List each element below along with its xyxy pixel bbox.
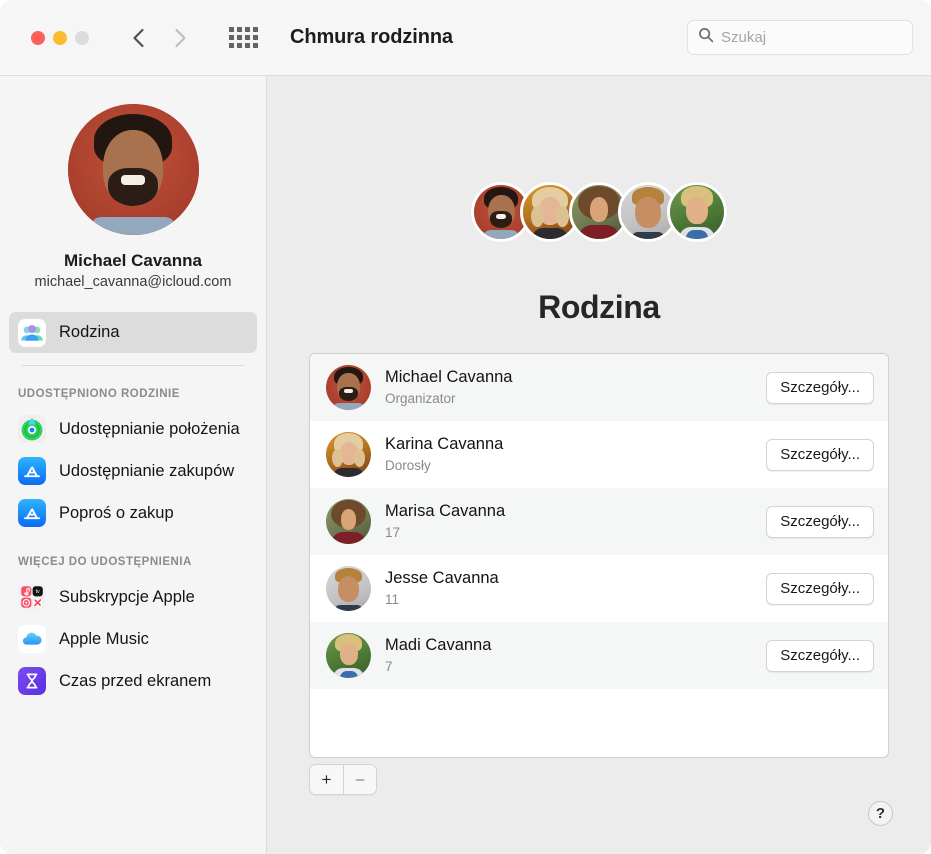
app-store-icon: [18, 457, 46, 485]
table-row[interactable]: Marisa Cavanna 17 Szczegóły...: [310, 488, 888, 555]
sidebar: Michael Cavanna michael_cavanna@icloud.c…: [0, 76, 267, 854]
sidebar-item-label: Rodzina: [59, 323, 120, 341]
zoom-button-icon[interactable]: [75, 30, 89, 45]
member-role: 11: [385, 592, 400, 608]
help-button[interactable]: ?: [868, 801, 893, 826]
sidebar-item-ask-to-buy[interactable]: Poproś o zakup: [9, 492, 257, 534]
table-row[interactable]: Karina Cavanna Dorosły Szczegóły...: [310, 421, 888, 488]
icloud-icon: [18, 625, 46, 653]
member-role: 7: [385, 659, 393, 675]
navigation-buttons: [127, 25, 192, 51]
sidebar-item-purchase-sharing[interactable]: Udostępnianie zakupów: [9, 450, 257, 492]
member-name: Karina Cavanna: [385, 435, 504, 454]
table-row[interactable]: Madi Cavanna 7 Szczegóły...: [310, 622, 888, 689]
details-button[interactable]: Szczegóły...: [766, 505, 874, 538]
sidebar-item-rodzina[interactable]: Rodzina: [9, 312, 257, 353]
family-sharing-window: Chmura rodzinna Szukaj Michael Cavanna m…: [0, 0, 931, 854]
details-button[interactable]: Szczegóły...: [766, 438, 874, 471]
app-store-icon: [18, 499, 46, 527]
search-input[interactable]: [721, 29, 902, 46]
member-avatar: [326, 365, 371, 410]
chevron-right-icon[interactable]: [168, 25, 192, 51]
table-row[interactable]: Michael Cavanna Organizator Szczegóły...: [310, 354, 888, 421]
member-info: Madi Cavanna 7: [385, 635, 766, 676]
sidebar-primary-list: Rodzina: [0, 312, 266, 353]
account-photo: [67, 104, 199, 235]
account-header: Michael Cavanna michael_cavanna@icloud.c…: [0, 104, 266, 290]
sidebar-item-apple-subscriptions[interactable]: tv Subskrypcje Apple: [9, 576, 257, 618]
sidebar-divider: [22, 365, 244, 366]
window-body: Michael Cavanna michael_cavanna@icloud.c…: [0, 76, 931, 854]
traffic-lights: [31, 30, 89, 45]
member-info: Michael Cavanna Organizator: [385, 367, 766, 408]
svg-text:tv: tv: [36, 589, 40, 595]
member-name: Jesse Cavanna: [385, 569, 499, 588]
apple-services-icon: tv: [18, 583, 46, 611]
member-info: Jesse Cavanna 11: [385, 568, 766, 609]
member-name: Madi Cavanna: [385, 636, 492, 655]
details-button[interactable]: Szczegóły...: [766, 639, 874, 672]
account-name: Michael Cavanna: [64, 251, 202, 270]
sidebar-section-heading-more: WIĘCEJ DO UDOSTĘPNIENIA: [18, 556, 192, 568]
sidebar-item-location-sharing[interactable]: Udostępnianie położenia: [9, 408, 257, 450]
member-name: Michael Cavanna: [385, 368, 513, 387]
sidebar-item-screen-time[interactable]: Czas przed ekranem: [9, 660, 257, 702]
close-button-icon[interactable]: [31, 30, 45, 45]
sidebar-item-label: Apple Music: [59, 629, 149, 648]
family-group-icon: [18, 318, 46, 347]
add-remove-segmented-control: + –: [309, 764, 377, 795]
member-role: Organizator: [385, 391, 456, 407]
add-member-button[interactable]: +: [310, 765, 343, 794]
member-avatar: [326, 633, 371, 678]
member-name: Marisa Cavanna: [385, 502, 506, 521]
member-avatar: [326, 432, 371, 477]
minimize-button-icon[interactable]: [53, 30, 67, 45]
account-email: michael_cavanna@icloud.com: [34, 274, 232, 290]
main-content: Rodzina Michael Cavanna Organizator Szcz…: [267, 76, 931, 854]
page-title: Rodzina: [538, 289, 660, 325]
member-avatar: [326, 566, 371, 611]
member-avatar: [326, 499, 371, 544]
member-role: Dorosły: [385, 458, 431, 474]
account-avatar[interactable]: [67, 104, 199, 235]
details-button[interactable]: Szczegóły...: [766, 572, 874, 605]
sidebar-item-label: Udostępnianie zakupów: [59, 461, 235, 480]
window-title: Chmura rodzinna: [290, 26, 453, 48]
screen-time-icon: [18, 667, 46, 695]
sidebar-item-label: Subskrypcje Apple: [59, 587, 195, 606]
member-role: 17: [385, 525, 401, 541]
sidebar-item-label: Czas przed ekranem: [59, 671, 212, 690]
sidebar-section-more: tv Subskrypcje Apple Apple Music Czas pr…: [0, 576, 266, 702]
find-my-icon: [18, 415, 46, 443]
table-row[interactable]: Jesse Cavanna 11 Szczegóły...: [310, 555, 888, 622]
show-all-grid-icon[interactable]: [229, 27, 258, 48]
family-avatar-stack: [471, 182, 727, 242]
sidebar-item-label: Poproś o zakup: [59, 503, 174, 522]
sidebar-item-label: Udostępnianie położenia: [59, 419, 240, 438]
remove-member-button[interactable]: –: [343, 765, 376, 794]
search-icon: [698, 27, 714, 48]
sidebar-item-apple-music[interactable]: Apple Music: [9, 618, 257, 660]
chevron-left-icon[interactable]: [127, 25, 151, 51]
details-button[interactable]: Szczegóły...: [766, 371, 874, 404]
sidebar-section-shared: Udostępnianie położenia Udostępnianie za…: [0, 408, 266, 534]
search-field[interactable]: [687, 20, 913, 55]
madi-avatar: [667, 182, 727, 242]
titlebar: Chmura rodzinna: [0, 0, 931, 76]
member-info: Marisa Cavanna 17: [385, 501, 766, 542]
family-member-list: Michael Cavanna Organizator Szczegóły...: [309, 353, 889, 758]
sidebar-section-heading-shared: UDOSTĘPNIONO RODZINIE: [18, 388, 180, 400]
member-info: Karina Cavanna Dorosły: [385, 434, 766, 475]
